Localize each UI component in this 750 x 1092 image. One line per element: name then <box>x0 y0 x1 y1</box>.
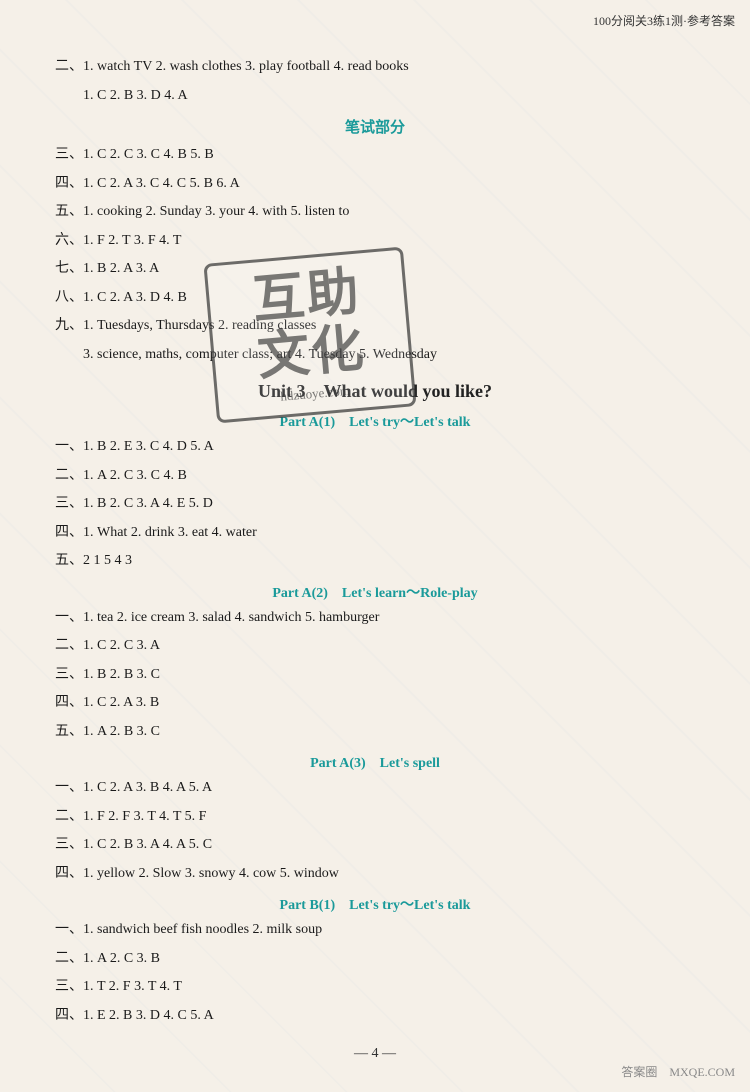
part-a3-title: Part A(3) Let's spell <box>55 752 695 772</box>
b1-yi: 一、1. sandwich beef fish noodles 2. milk … <box>55 918 695 943</box>
part-b1-title: Part B(1) Let's try～Let's talk <box>55 894 695 914</box>
part-a1-section: 一、1. B 2. E 3. C 4. D 5. A 二、1. A 2. C 3… <box>55 435 695 574</box>
part-a2-section: 一、1. tea 2. ice cream 3. salad 4. sandwi… <box>55 606 695 745</box>
a2-er: 二、1. C 2. C 3. A <box>55 634 695 659</box>
si-line: 四、1. C 2. A 3. C 4. C 5. B 6. A <box>55 172 695 197</box>
a3-san: 三、1. C 2. B 3. A 4. A 5. C <box>55 833 695 858</box>
a1-si: 四、1. What 2. drink 3. eat 4. water <box>55 521 695 546</box>
san-line: 三、1. C 2. C 3. C 4. B 5. B <box>55 143 695 168</box>
stamp-text-3: hdzuoye.com <box>280 383 351 405</box>
a1-er: 二、1. A 2. C 3. C 4. B <box>55 464 695 489</box>
a3-er: 二、1. F 2. F 3. T 4. T 5. F <box>55 805 695 830</box>
part-a1-title: Part A(1) Let's try～Let's talk <box>55 411 695 431</box>
a1-wu: 五、2 1 5 4 3 <box>55 549 695 574</box>
bishi-title: 笔试部分 <box>55 116 695 137</box>
a3-si: 四、1. yellow 2. Slow 3. snowy 4. cow 5. w… <box>55 862 695 887</box>
page-number: — 4 — <box>55 1046 695 1062</box>
a3-yi: 一、1. C 2. A 3. B 4. A 5. A <box>55 776 695 801</box>
a1-yi: 一、1. B 2. E 3. C 4. D 5. A <box>55 435 695 460</box>
b1-san: 三、1. T 2. F 3. T 4. T <box>55 975 695 1000</box>
part-a3-section: 一、1. C 2. A 3. B 4. A 5. A 二、1. F 2. F 3… <box>55 776 695 886</box>
a2-san: 三、1. B 2. B 3. C <box>55 663 695 688</box>
a1-san: 三、1. B 2. C 3. A 4. E 5. D <box>55 492 695 517</box>
top-right-label: 100分阅关3练1测·参考答案 <box>593 12 735 29</box>
b1-er: 二、1. A 2. C 3. B <box>55 947 695 972</box>
stamp-overlay: 互助 文化 hdzuoye.com <box>203 247 416 424</box>
a2-yi: 一、1. tea 2. ice cream 3. salad 4. sandwi… <box>55 606 695 631</box>
stamp-text-1: 互助 <box>250 263 363 329</box>
a2-wu: 五、1. A 2. B 3. C <box>55 720 695 745</box>
a2-si: 四、1. C 2. A 3. B <box>55 691 695 716</box>
wu-line: 五、1. cooking 2. Sunday 3. your 4. with 5… <box>55 200 695 225</box>
stamp-text-2: 文化 <box>255 320 368 386</box>
er-line-2: 1. C 2. B 3. D 4. A <box>55 84 695 109</box>
b1-si: 四、1. E 2. B 3. D 4. C 5. A <box>55 1004 695 1029</box>
part-a2-title: Part A(2) Let's learn～Role-play <box>55 582 695 602</box>
er-line-1: 二、1. watch TV 2. wash clothes 3. play fo… <box>55 55 695 80</box>
part-b1-section: 一、1. sandwich beef fish noodles 2. milk … <box>55 918 695 1028</box>
bottom-right-brand: 答案圈 MXQE.COM <box>621 1063 735 1080</box>
